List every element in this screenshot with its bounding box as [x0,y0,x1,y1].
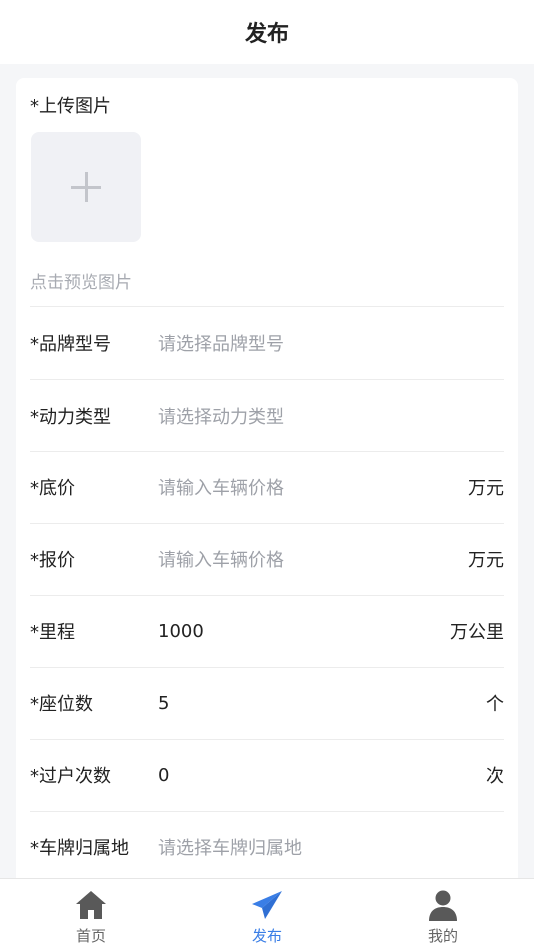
base-price-input[interactable]: 请输入车辆价格 [158,474,468,500]
mileage-field[interactable]: *里程 1000 万公里 [30,595,504,667]
power-type-label: *动力类型 [30,407,111,428]
user-icon [429,890,457,921]
seats-input[interactable]: 5 [158,693,486,714]
brand-model-picker[interactable]: 请选择品牌型号 [158,330,504,356]
seats-unit: 个 [486,694,504,715]
tab-home[interactable]: 首页 [31,879,151,951]
transfer-count-unit: 次 [486,766,504,787]
bottom-tab-bar: 首页 发布 我的 [0,878,534,951]
tab-publish[interactable]: 发布 [207,879,327,951]
upload-image-label: *上传图片 [30,96,111,117]
seats-label: *座位数 [30,694,93,715]
preview-image-hint[interactable]: 点击预览图片 [30,268,132,293]
mileage-unit: 万公里 [450,622,504,643]
quote-price-input[interactable]: 请输入车辆价格 [158,546,468,572]
tab-mine-label: 我的 [427,927,458,945]
base-price-field[interactable]: *底价 请输入车辆价格 万元 [30,451,504,523]
plate-location-field[interactable]: *车牌归属地 请选择车牌归属地 [30,811,504,883]
brand-model-field[interactable]: *品牌型号 请选择品牌型号 [30,307,504,379]
tab-publish-label: 发布 [251,927,282,945]
seats-field[interactable]: *座位数 5 个 [30,667,504,739]
quote-price-unit: 万元 [468,550,504,571]
plate-location-picker[interactable]: 请选择车牌归属地 [158,834,504,860]
transfer-count-label: *过户次数 [30,766,111,787]
base-price-label: *底价 [30,478,75,499]
transfer-count-field[interactable]: *过户次数 0 次 [30,739,504,811]
tab-mine[interactable]: 我的 [383,879,503,951]
tab-home-label: 首页 [75,927,106,945]
transfer-count-input[interactable]: 0 [158,765,486,786]
base-price-unit: 万元 [468,478,504,499]
home-icon [76,891,106,919]
brand-model-label: *品牌型号 [30,334,111,355]
mileage-label: *里程 [30,622,75,643]
top-bar: 发布 [0,0,534,64]
publish-form-card: *上传图片 点击预览图片 *品牌型号 请选择品牌型号 *动力类型 请选择动力类型… [16,78,518,888]
plate-location-label: *车牌归属地 [30,838,129,859]
upload-image-button[interactable] [31,132,141,242]
mileage-input[interactable]: 1000 [158,621,450,642]
power-type-field[interactable]: *动力类型 请选择动力类型 [30,380,504,452]
page-title: 发布 [244,22,289,47]
quote-price-label: *报价 [30,550,75,571]
quote-price-field[interactable]: *报价 请输入车辆价格 万元 [30,523,504,595]
power-type-picker[interactable]: 请选择动力类型 [158,403,504,429]
paper-plane-icon [252,891,282,919]
